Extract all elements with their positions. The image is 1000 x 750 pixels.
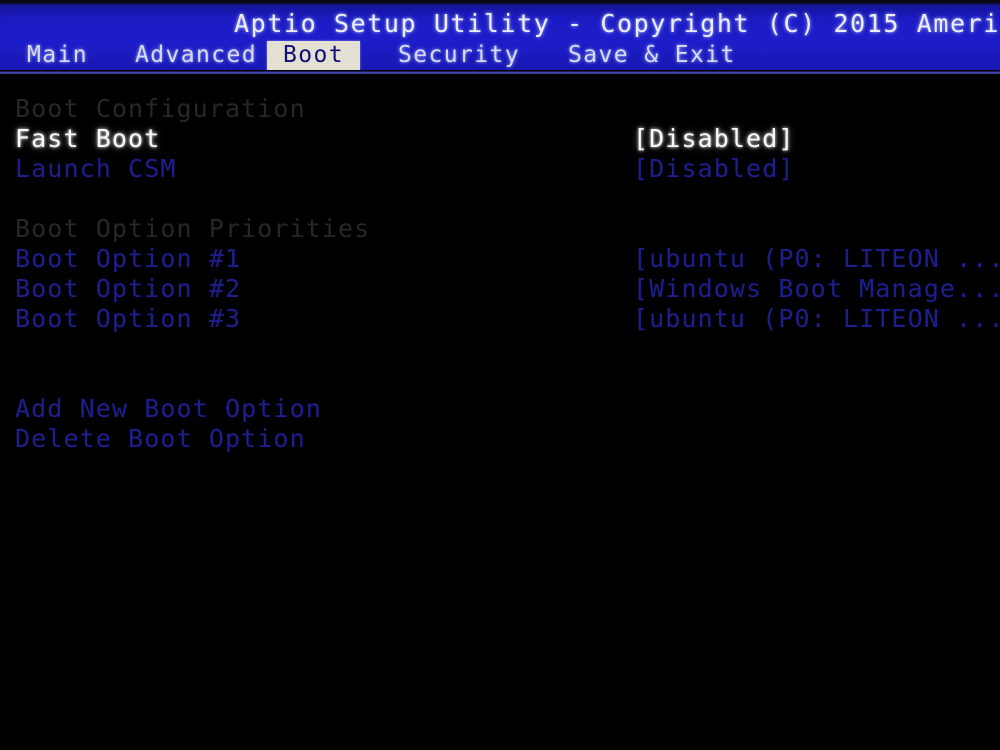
setting-value-launch-csm[interactable]: [Disabled] bbox=[633, 154, 795, 184]
setting-label-delete-boot-option: Delete Boot Option bbox=[15, 424, 306, 453]
setting-value-boot-option-num-1[interactable]: [ubuntu (P0: LITEON ... bbox=[633, 244, 1000, 274]
setting-row-launch-csm[interactable]: Launch CSM [Disabled] bbox=[0, 154, 1000, 184]
setting-row-boot-option-priorities: Boot Option Priorities bbox=[0, 214, 1000, 244]
settings-panel: Boot Configuration Fast Boot [Disabled] Lau… bbox=[0, 74, 1000, 750]
bios-setup-screen: Aptio Setup Utility - Copyright (C) 2015… bbox=[0, 0, 1000, 750]
setting-label-boot-option-priorities: Boot Option Priorities bbox=[15, 214, 371, 243]
setting-row-delete-boot-option[interactable]: Delete Boot Option bbox=[0, 424, 1000, 454]
setting-label-launch-csm: Launch CSM bbox=[15, 154, 177, 183]
setting-value-boot-option-num-2[interactable]: [Windows Boot Manage... bbox=[633, 274, 1000, 304]
setting-value-fast-boot[interactable]: [Disabled] bbox=[633, 124, 795, 154]
setting-label-boot-option-num-2: Boot Option #2 bbox=[15, 274, 242, 303]
tab-main[interactable]: Main bbox=[27, 41, 88, 70]
bios-header-bar: Aptio Setup Utility - Copyright (C) 2015… bbox=[0, 5, 1000, 70]
menu-tab-bar[interactable]: Main Advanced Boot Security Save & Exit bbox=[0, 41, 1000, 70]
setting-row-boot-option-num-2[interactable]: Boot Option #2 [Windows Boot Manage... bbox=[0, 274, 1000, 304]
setting-label-boot-option-num-1: Boot Option #1 bbox=[15, 244, 242, 273]
tab-security[interactable]: Security bbox=[398, 41, 520, 70]
setting-label-add-new-boot-option: Add New Boot Option bbox=[15, 394, 322, 423]
setting-row-fast-boot[interactable]: Fast Boot [Disabled] bbox=[0, 124, 1000, 154]
setting-row-boot-option-num-3[interactable]: Boot Option #3 [ubuntu (P0: LITEON ... bbox=[0, 304, 1000, 334]
tab-advanced[interactable]: Advanced bbox=[135, 41, 257, 70]
setting-value-boot-option-num-3[interactable]: [ubuntu (P0: LITEON ... bbox=[633, 304, 1000, 334]
setting-row-boot-configuration: Boot Configuration bbox=[0, 94, 1000, 124]
setting-row-add-new-boot-option[interactable]: Add New Boot Option bbox=[0, 394, 1000, 424]
tab-save-exit[interactable]: Save & Exit bbox=[568, 41, 736, 70]
page-title: Aptio Setup Utility - Copyright (C) 2015… bbox=[234, 9, 1000, 38]
setting-label-boot-option-num-3: Boot Option #3 bbox=[15, 304, 242, 333]
setting-label-fast-boot: Fast Boot bbox=[15, 124, 161, 153]
setting-row-boot-option-num-1[interactable]: Boot Option #1 [ubuntu (P0: LITEON ... bbox=[0, 244, 1000, 274]
setting-label-boot-configuration: Boot Configuration bbox=[15, 94, 306, 123]
tab-boot[interactable]: Boot bbox=[267, 41, 360, 70]
